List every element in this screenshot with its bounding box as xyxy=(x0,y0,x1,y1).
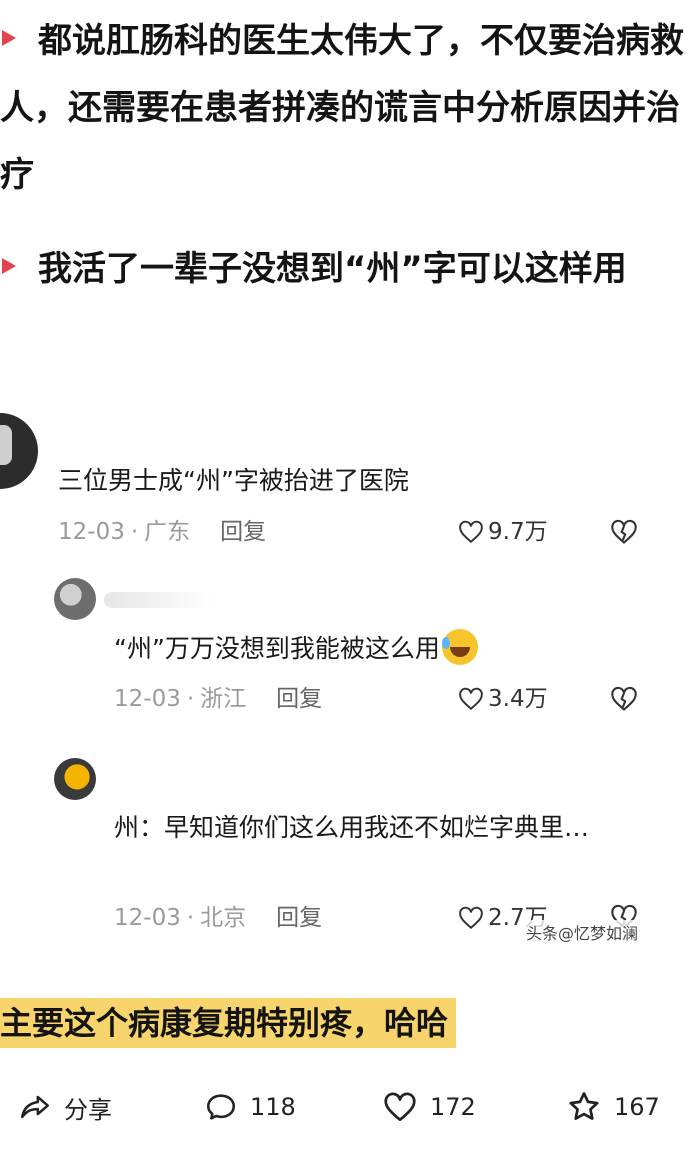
heart-icon xyxy=(384,1092,416,1122)
comment-meta: 12-03 · 广东 回复 xyxy=(58,519,267,545)
favorite-count: 167 xyxy=(614,1093,660,1121)
comment-location: 北京 xyxy=(200,905,247,931)
post-paragraph-2: 我活了一辈子没想到“州”字可以这样用 xyxy=(0,236,690,303)
avatar[interactable] xyxy=(54,758,96,800)
comment-date: 12-03 xyxy=(58,519,125,545)
comment-text-content: “州”万万没想到我能被这么用 xyxy=(114,634,440,663)
like-button[interactable]: 9.7万 xyxy=(458,517,548,547)
reply-button[interactable]: 回复 xyxy=(220,519,266,545)
broken-heart-icon[interactable] xyxy=(610,685,638,713)
comment-meta: 12-03 · 浙江 回复 xyxy=(114,686,323,712)
like-post-button[interactable]: 172 xyxy=(382,1082,476,1132)
broken-heart-icon[interactable] xyxy=(610,518,638,546)
comment-location: 浙江 xyxy=(200,686,247,712)
reply-button[interactable]: 回复 xyxy=(276,686,322,712)
comment-date: 12-03 xyxy=(114,905,181,931)
share-label: 分享 xyxy=(64,1095,112,1124)
like-count: 3.4万 xyxy=(488,686,548,712)
comment-text: “州”万万没想到我能被这么用 xyxy=(114,627,478,671)
like-count: 172 xyxy=(430,1093,476,1121)
comment-text: 州：早知道你们这么用我还不如烂字典里… xyxy=(114,813,590,842)
post-paragraph-1-text: 都说肛肠科的医生太伟大了，不仅要治病救人，还需要在患者拼凑的谎言中分析原因并治疗 xyxy=(0,21,684,195)
comment-meta: 12-03 · 北京 回复 xyxy=(114,905,323,931)
comment-text: 三位男士成“州”字被抬进了医院 xyxy=(58,466,409,495)
post-paragraph-1: 都说肛肠科的医生太伟大了，不仅要治病救人，还需要在患者拼凑的谎言中分析原因并治疗 xyxy=(0,8,690,209)
share-button[interactable]: 分享 xyxy=(18,1082,112,1132)
heart-icon xyxy=(459,906,483,930)
comment-icon xyxy=(206,1094,236,1120)
comment-count: 118 xyxy=(250,1093,296,1121)
favorite-button[interactable]: 167 xyxy=(566,1082,660,1132)
comment-location: 广东 xyxy=(144,519,191,545)
post-paragraph-2-text: 我活了一辈子没想到“州”字可以这样用 xyxy=(38,249,627,289)
highlighted-caption: 主要这个病康复期特别疼，哈哈 xyxy=(0,998,457,1048)
avatar[interactable] xyxy=(54,578,96,620)
laughing-emoji-icon xyxy=(441,629,478,665)
bullet-icon xyxy=(2,258,16,274)
like-count: 9.7万 xyxy=(488,519,548,545)
comment-button[interactable]: 118 xyxy=(204,1082,296,1132)
share-icon xyxy=(20,1095,50,1119)
heart-icon xyxy=(459,687,483,711)
watermark: 头条@忆梦如澜 xyxy=(524,920,641,944)
star-icon xyxy=(569,1092,599,1120)
avatar[interactable] xyxy=(0,413,38,489)
reply-button[interactable]: 回复 xyxy=(276,905,322,931)
bullet-icon xyxy=(2,30,16,46)
blurred-username xyxy=(104,592,214,608)
heart-icon xyxy=(459,520,483,544)
like-button[interactable]: 3.4万 xyxy=(458,684,548,714)
comment-date: 12-03 xyxy=(114,686,181,712)
action-bar: 分享 118 172 167 xyxy=(0,1082,690,1132)
